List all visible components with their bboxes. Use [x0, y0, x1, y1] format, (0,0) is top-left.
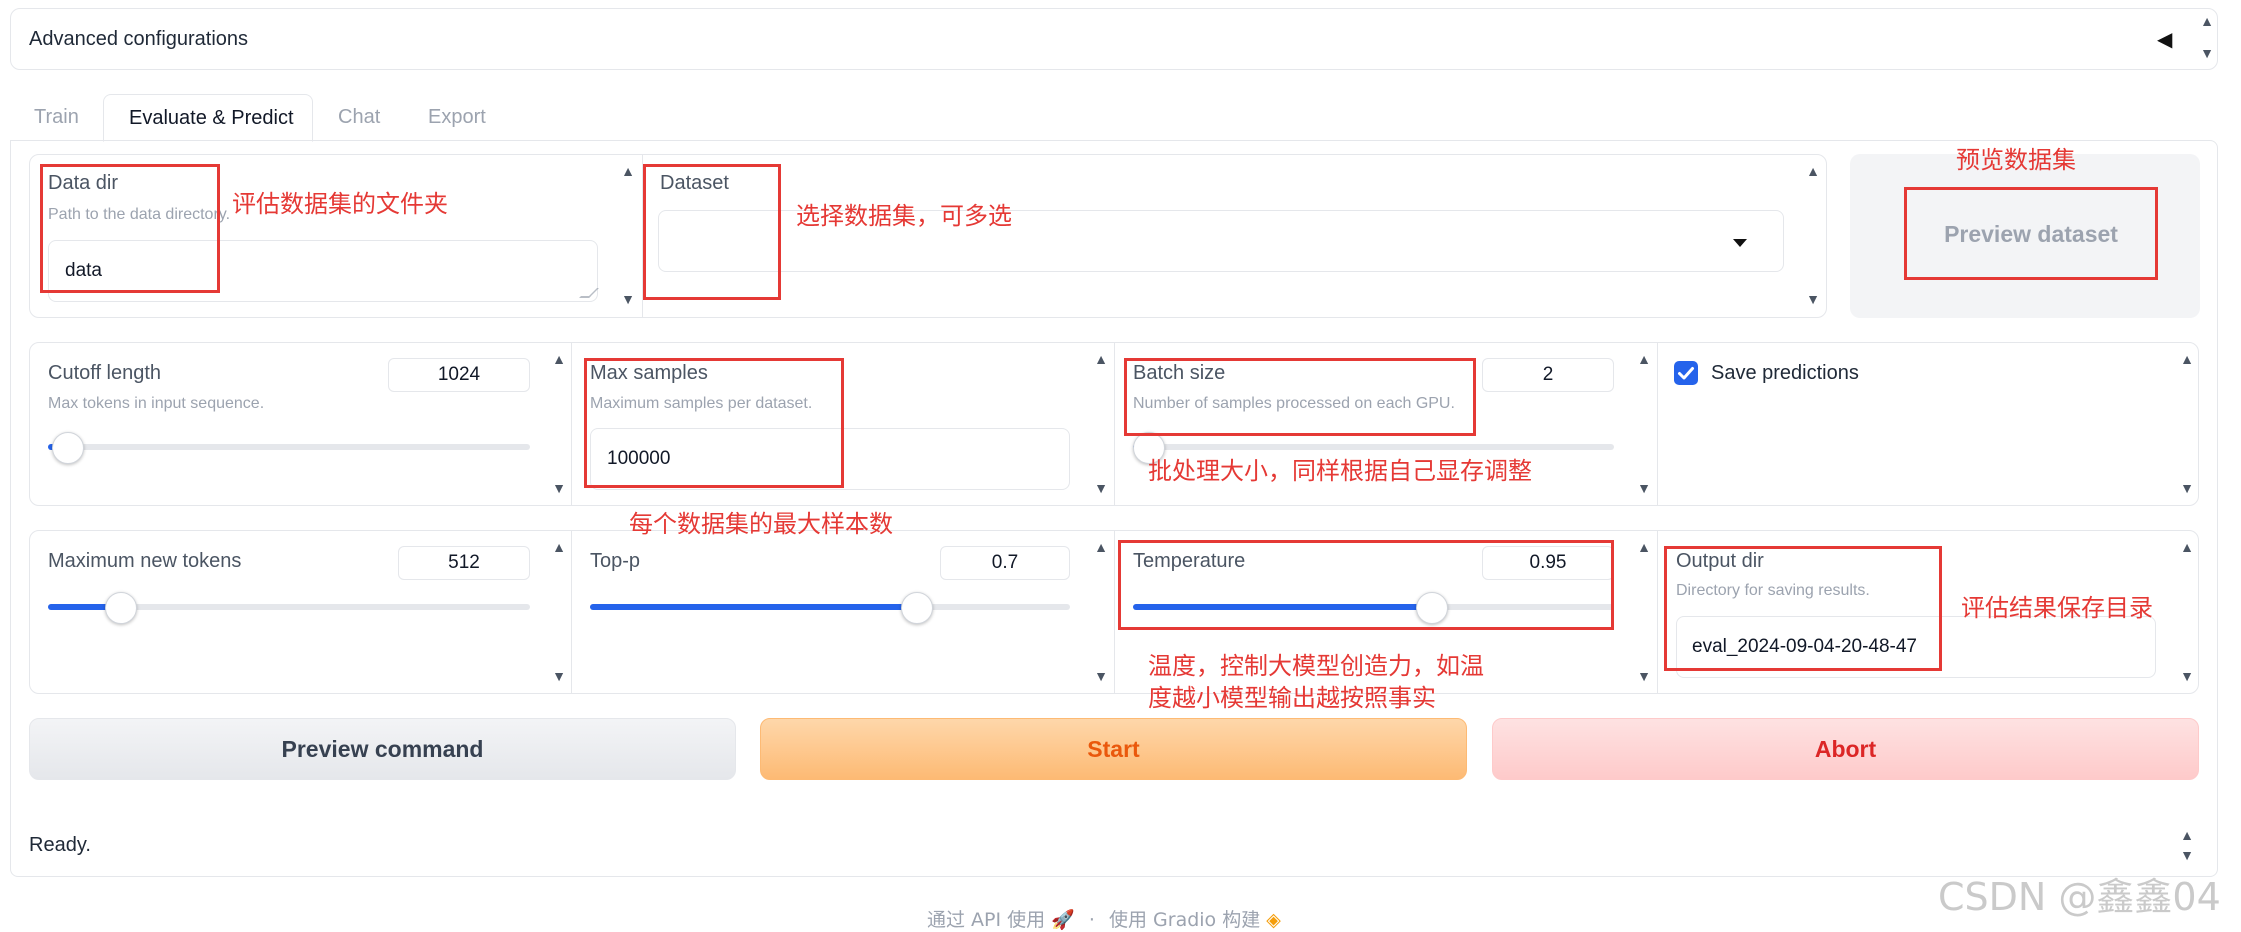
tab-evaluate-predict-label: Evaluate & Predict — [129, 107, 294, 129]
annotation-temperature-line2: 度越小模型输出越按照事实 — [1148, 684, 1436, 712]
cutoff-length-slider[interactable] — [48, 432, 530, 464]
preview-command-label: Preview command — [281, 735, 484, 762]
page-scrollbar-up-icon[interactable]: ▲ — [2199, 14, 2215, 28]
scroll-down-icon[interactable]: ▼ — [620, 292, 636, 306]
annotation-box-max-samples — [584, 358, 844, 488]
divider — [571, 343, 572, 505]
scroll-up-icon[interactable]: ▲ — [1093, 540, 1109, 554]
annotation-max-samples: 每个数据集的最大样本数 — [629, 510, 893, 538]
divider — [1114, 531, 1115, 693]
max-new-tokens-number-input[interactable]: 512 — [398, 546, 530, 580]
cutoff-length-number-input[interactable]: 1024 — [388, 358, 530, 392]
tab-export[interactable]: Export — [428, 106, 486, 129]
cutoff-length-info: Max tokens in input sequence. — [48, 395, 265, 412]
scroll-down-icon[interactable]: ▼ — [1636, 669, 1652, 683]
scroll-up-icon[interactable]: ▲ — [1636, 352, 1652, 366]
top-p-value: 0.7 — [991, 552, 1019, 573]
top-p-slider[interactable] — [590, 592, 1070, 624]
scroll-up-icon[interactable]: ▲ — [551, 540, 567, 554]
scroll-down-icon[interactable]: ▼ — [1805, 292, 1821, 306]
annotation-temperature-line1: 温度，控制大模型创造力，如温 — [1148, 652, 1484, 680]
scroll-up-icon[interactable]: ▲ — [1636, 540, 1652, 554]
annotation-preview: 预览数据集 — [1956, 146, 2076, 174]
slider-fill — [590, 604, 916, 610]
batch-size-slider[interactable] — [1133, 432, 1614, 464]
accordion-title: Advanced configurations — [29, 28, 249, 50]
annotation-batch-size: 批处理大小，同样根据自己显存调整 — [1148, 457, 1532, 485]
scroll-up-icon[interactable]: ▲ — [2179, 540, 2195, 554]
max-new-tokens-label: Maximum new tokens — [48, 550, 242, 572]
cutoff-length-value: 1024 — [437, 364, 481, 385]
max-new-tokens-value: 512 — [448, 552, 480, 573]
divider — [571, 531, 572, 693]
annotation-box-preview-dataset — [1904, 187, 2158, 280]
scroll-down-icon[interactable]: ▼ — [1093, 481, 1109, 495]
max-new-tokens-slider[interactable] — [48, 592, 530, 624]
batch-size-value: 2 — [1542, 364, 1554, 385]
tab-chat[interactable]: Chat — [338, 106, 380, 129]
slider-handle[interactable] — [901, 592, 933, 624]
save-predictions-checkbox[interactable] — [1674, 361, 1698, 385]
scroll-up-icon[interactable]: ▲ — [1805, 164, 1821, 178]
annotation-box-batch-size — [1124, 358, 1476, 436]
scroll-up-icon[interactable]: ▲ — [620, 164, 636, 178]
scroll-up-icon[interactable]: ▲ — [1093, 352, 1109, 366]
scroll-down-icon[interactable]: ▼ — [2179, 848, 2195, 862]
scroll-down-icon[interactable]: ▼ — [1093, 669, 1109, 683]
scroll-down-icon[interactable]: ▼ — [2179, 481, 2195, 495]
divider — [1657, 531, 1658, 693]
preview-command-button[interactable]: Preview command — [29, 718, 736, 780]
abort-label: Abort — [1814, 735, 1877, 762]
annotation-box-temperature — [1118, 540, 1614, 630]
slider-handle[interactable] — [105, 592, 137, 624]
top-p-number-input[interactable]: 0.7 — [940, 546, 1070, 580]
scroll-up-icon[interactable]: ▲ — [551, 352, 567, 366]
divider — [1657, 343, 1658, 505]
scroll-up-icon[interactable]: ▲ — [2179, 352, 2195, 366]
page-scrollbar-down-icon[interactable]: ▼ — [2199, 46, 2215, 60]
annotation-box-output-dir — [1664, 546, 1942, 671]
annotation-box-data-dir — [40, 164, 220, 293]
annotation-box-dataset — [643, 164, 781, 300]
abort-button[interactable]: Abort — [1492, 718, 2199, 780]
annotation-output-dir: 评估结果保存目录 — [1961, 594, 2153, 622]
scroll-down-icon[interactable]: ▼ — [551, 669, 567, 683]
save-predictions-label[interactable]: Save predictions — [1711, 362, 1859, 385]
batch-size-number-input[interactable]: 2 — [1482, 358, 1614, 392]
chevron-down-icon — [1733, 239, 1747, 247]
scroll-down-icon[interactable]: ▼ — [551, 481, 567, 495]
tab-evaluate-predict[interactable]: Evaluate & Predict — [103, 94, 313, 142]
start-label: Start — [1087, 735, 1140, 762]
annotation-dataset: 选择数据集，可多选 — [796, 202, 1012, 230]
collapse-icon[interactable]: ◀ — [2157, 27, 2172, 52]
tab-train[interactable]: Train — [34, 106, 79, 129]
scroll-up-icon[interactable]: ▲ — [2179, 828, 2195, 842]
divider — [1114, 343, 1115, 505]
top-p-label: Top-p — [590, 550, 641, 572]
annotation-data-dir: 评估数据集的文件夹 — [232, 190, 448, 218]
advanced-config-accordion[interactable]: Advanced configurations ◀ — [10, 8, 2218, 70]
scroll-down-icon[interactable]: ▼ — [2179, 669, 2195, 683]
watermark: CSDN @鑫鑫04 — [1938, 875, 2221, 919]
slider-handle[interactable] — [52, 432, 84, 464]
scroll-down-icon[interactable]: ▼ — [1636, 481, 1652, 495]
status-text: Ready. — [29, 834, 91, 856]
start-button[interactable]: Start — [760, 718, 1467, 780]
cutoff-length-label: Cutoff length — [48, 362, 162, 384]
check-icon — [1678, 367, 1694, 380]
